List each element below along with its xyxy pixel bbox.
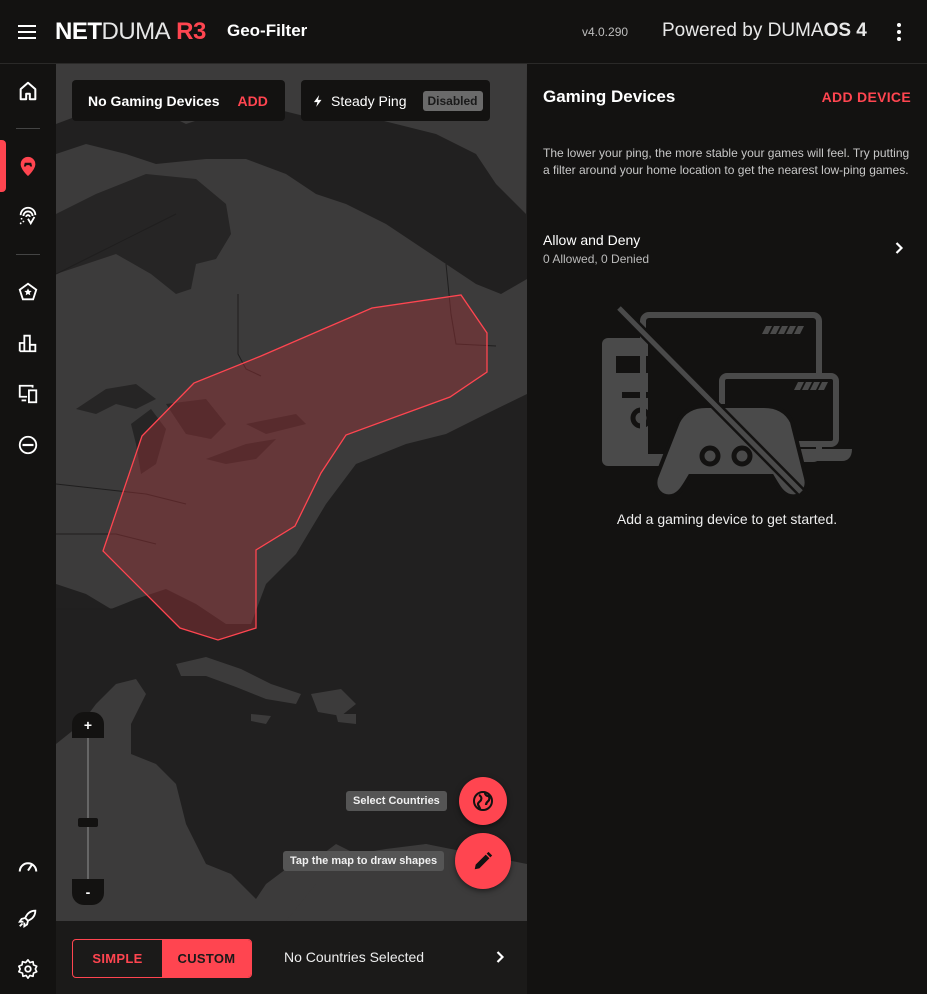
allow-deny-row[interactable]: Allow and Deny 0 Allowed, 0 Denied bbox=[527, 224, 927, 272]
sidebar-item-home[interactable] bbox=[0, 67, 56, 115]
filter-region-layer bbox=[102, 294, 488, 641]
gaming-devices-panel: Gaming Devices ADD DEVICE The lower your… bbox=[527, 64, 927, 994]
steady-ping-chip[interactable]: Steady Ping Disabled bbox=[301, 80, 490, 121]
pencil-icon bbox=[474, 851, 493, 870]
speedometer-icon bbox=[18, 862, 38, 872]
countries-status[interactable]: No Countries Selected bbox=[284, 949, 424, 965]
globe-icon bbox=[473, 791, 493, 811]
sidebar-item-ping[interactable] bbox=[0, 192, 56, 240]
no-devices-illustration bbox=[602, 306, 852, 499]
sidebar bbox=[0, 64, 56, 994]
steady-ping-label: Steady Ping bbox=[331, 92, 407, 109]
home-icon bbox=[19, 81, 37, 101]
select-countries-tooltip: Select Countries bbox=[346, 791, 447, 811]
star-pentagon-icon bbox=[18, 282, 38, 301]
add-device-link[interactable]: ADD bbox=[238, 93, 268, 109]
powered-by-label: Powered by DUMAOS 4 bbox=[662, 20, 867, 42]
logo-net: NET bbox=[55, 18, 102, 45]
devices-icon bbox=[18, 384, 38, 404]
page-title: Geo-Filter bbox=[227, 21, 308, 40]
bar-chart-icon bbox=[18, 334, 37, 353]
chevron-right-icon[interactable] bbox=[490, 947, 510, 967]
sidebar-item-geo-filter[interactable] bbox=[0, 142, 56, 190]
zoom-out-button[interactable]: - bbox=[72, 879, 104, 905]
map-zoom-control: + - bbox=[72, 712, 104, 905]
rocket-icon bbox=[18, 909, 37, 928]
sidebar-item-devices[interactable] bbox=[0, 370, 56, 418]
lightning-icon bbox=[313, 94, 322, 107]
add-device-button[interactable]: ADD DEVICE bbox=[822, 89, 911, 105]
menu-icon[interactable] bbox=[16, 20, 40, 44]
allow-deny-summary: 0 Allowed, 0 Denied bbox=[543, 252, 650, 266]
geo-filter-region[interactable] bbox=[102, 294, 488, 641]
sidebar-item-boost[interactable] bbox=[0, 894, 56, 942]
top-bar: NETDUMA R3 Geo-Filter v4.0.290 Powered by… bbox=[0, 0, 927, 64]
chevron-right-icon bbox=[895, 242, 904, 254]
version-label: v4.0.290 bbox=[582, 25, 629, 39]
netduma-logo: NETDUMA R3 bbox=[55, 18, 206, 46]
panel-title: Gaming Devices bbox=[543, 87, 676, 106]
ping-icon bbox=[19, 206, 37, 226]
mode-custom-button[interactable]: CUSTOM bbox=[162, 940, 251, 977]
logo-model: R3 bbox=[176, 18, 206, 45]
sidebar-divider bbox=[16, 254, 40, 255]
zoom-slider-track[interactable] bbox=[87, 738, 89, 879]
sidebar-item-settings[interactable] bbox=[0, 945, 56, 993]
filter-mode-toggle: SIMPLE CUSTOM bbox=[72, 939, 252, 978]
powered-suffix: OS 4 bbox=[823, 20, 867, 41]
panel-description: The lower your ping, the more stable you… bbox=[543, 146, 910, 177]
draw-shapes-tooltip: Tap the map to draw shapes bbox=[283, 851, 445, 871]
empty-state-message: Add a gaming device to get started. bbox=[616, 511, 838, 527]
draw-shape-button[interactable] bbox=[455, 833, 511, 889]
zoom-in-button[interactable]: + bbox=[72, 712, 104, 738]
more-options-icon[interactable] bbox=[889, 20, 909, 44]
steady-ping-status-badge: Disabled bbox=[422, 90, 483, 111]
no-devices-label: No Gaming Devices bbox=[88, 92, 220, 109]
gear-icon bbox=[18, 959, 38, 979]
sidebar-item-blocker[interactable] bbox=[0, 421, 56, 469]
geo-filter-map[interactable] bbox=[56, 64, 527, 921]
zoom-slider-handle[interactable] bbox=[78, 818, 98, 827]
sidebar-divider bbox=[16, 128, 40, 129]
blocker-icon bbox=[18, 435, 38, 455]
powered-prefix: Powered by DUMA bbox=[662, 20, 824, 41]
logo-duma: DUMA bbox=[101, 18, 171, 45]
sidebar-item-network-monitor[interactable] bbox=[0, 319, 56, 367]
mode-simple-button[interactable]: SIMPLE bbox=[73, 940, 162, 977]
geo-filter-icon bbox=[20, 156, 36, 177]
select-countries-button[interactable] bbox=[459, 777, 507, 825]
gaming-devices-chip: No Gaming Devices ADD bbox=[72, 80, 285, 121]
sidebar-item-prioritization[interactable] bbox=[0, 268, 56, 316]
sidebar-item-speed-test[interactable] bbox=[0, 842, 56, 890]
filter-mode-bar: SIMPLE CUSTOM No Countries Selected bbox=[56, 921, 527, 994]
allow-deny-title: Allow and Deny bbox=[543, 232, 641, 248]
